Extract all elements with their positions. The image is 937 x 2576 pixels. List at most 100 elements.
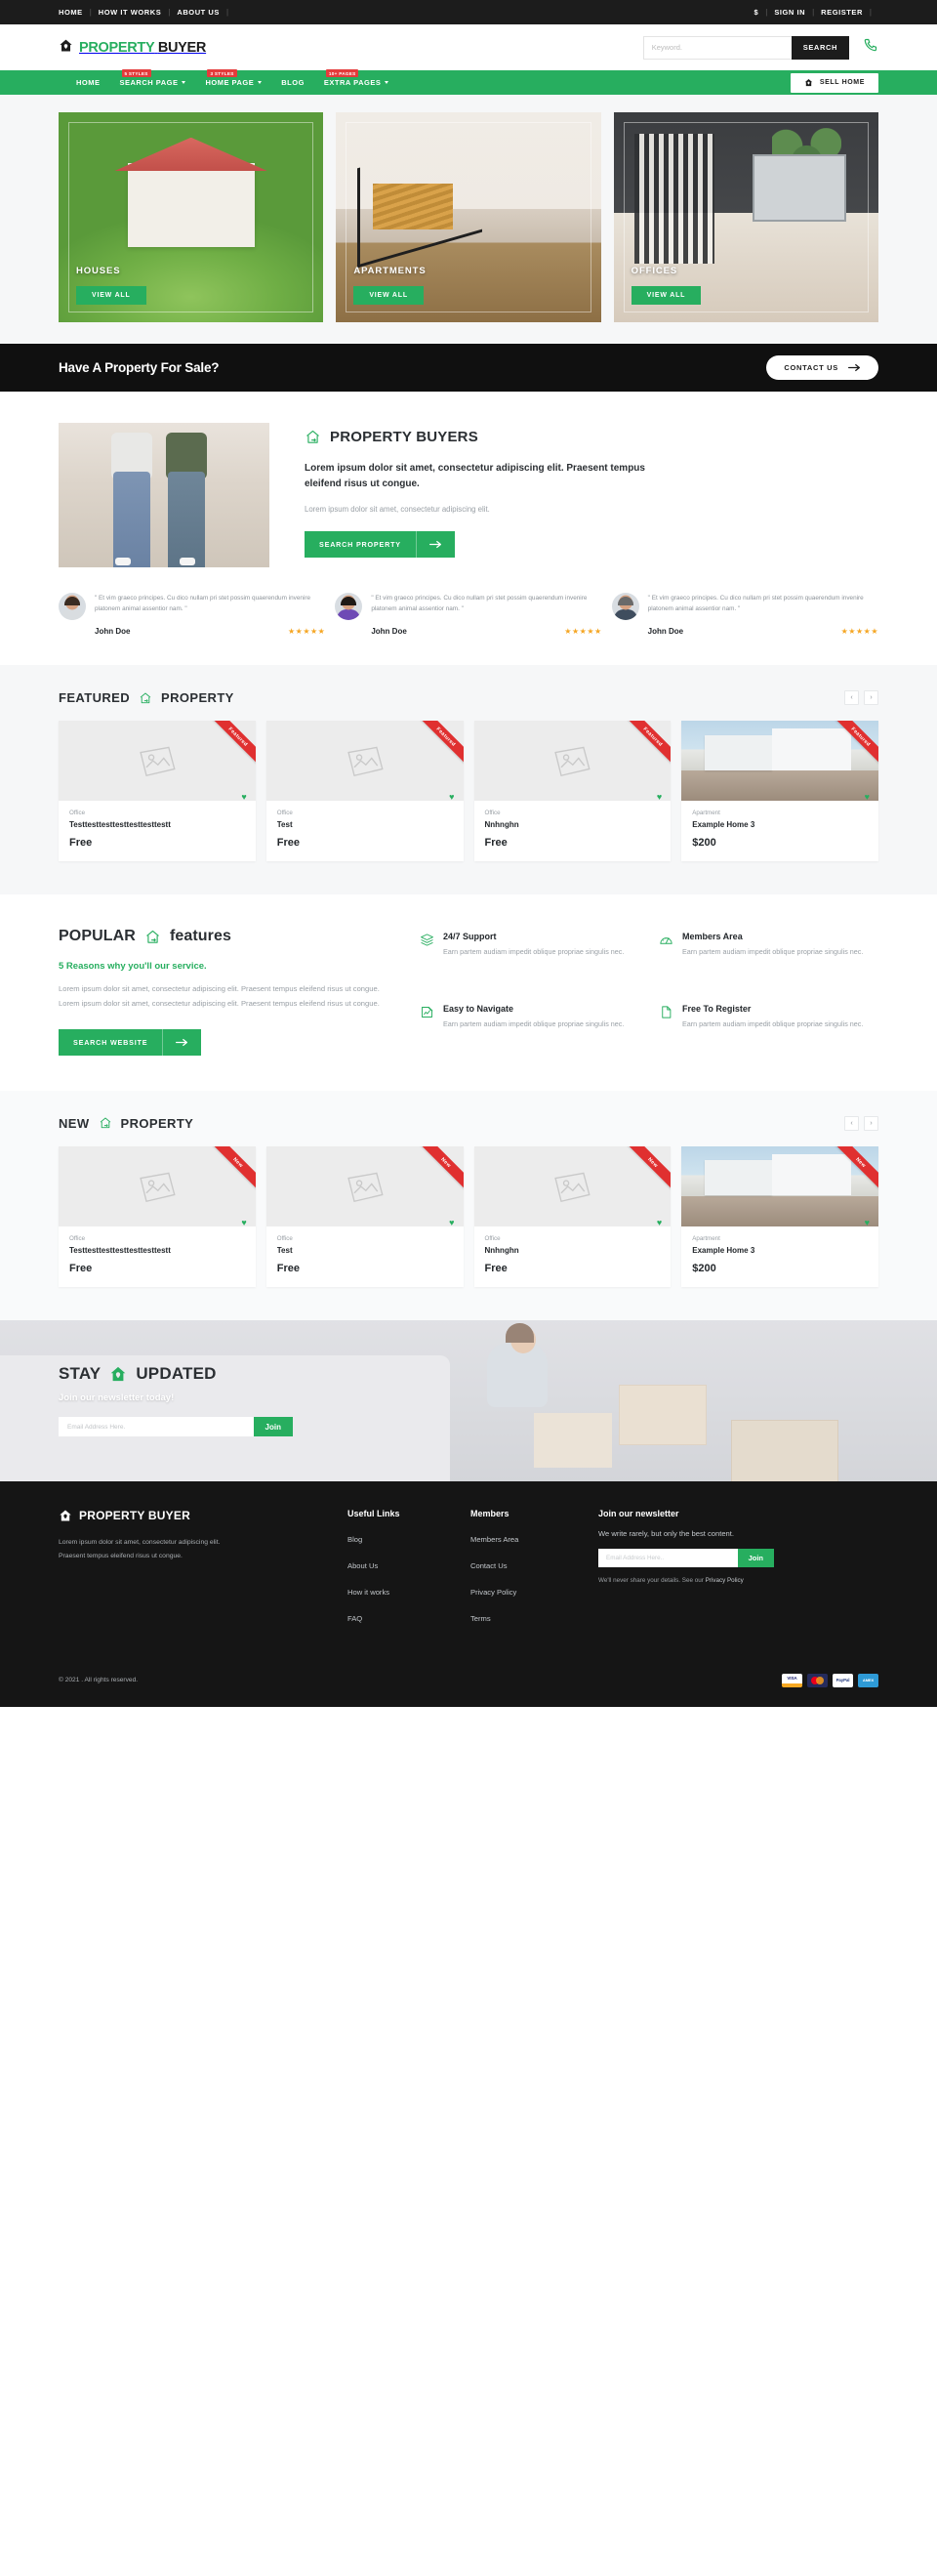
footer-link-privacy-policy[interactable]: Privacy Policy	[470, 1588, 516, 1597]
nav-link[interactable]: SEARCH PAGE	[120, 78, 179, 87]
feature-text: Earn partem audiam impedit oblique propr…	[443, 947, 625, 956]
category-card-offices[interactable]: OFFICES VIEW ALL	[613, 112, 878, 322]
favorite-heart-icon[interactable]: ♥	[449, 1218, 454, 1227]
new-property-header: NEW PROPERTY ‹ ›	[59, 1115, 878, 1131]
house-icon	[804, 78, 813, 87]
rating-stars: ★★★★★	[287, 627, 326, 636]
testimonials-section: " Et vim graeco principes. Cu dico nulla…	[0, 567, 937, 665]
search-website-button[interactable]: SEARCH WEBSITE	[59, 1028, 202, 1056]
topbar-link-about-us[interactable]: ABOUT US	[177, 8, 220, 17]
footer-logo[interactable]: PROPERTY BUYER	[59, 1509, 322, 1522]
about-heading: PROPERTY BUYERS	[330, 429, 478, 445]
property-card[interactable]: New ♥ Office Test Free	[265, 1145, 464, 1287]
about-title-row: PROPERTY BUYERS	[305, 429, 878, 445]
nav-item-search-page[interactable]: 5 STYLES SEARCH PAGE	[120, 69, 186, 87]
footer-link-terms[interactable]: Terms	[470, 1614, 491, 1623]
feature-title: 24/7 Support	[443, 932, 497, 941]
new-property-section: NEW PROPERTY ‹ › New ♥ Office Testtestte…	[0, 1090, 937, 1320]
carousel-next-button[interactable]: ›	[864, 1115, 878, 1131]
nav-link[interactable]: EXTRA PAGES	[324, 78, 381, 87]
nav-item-home-page[interactable]: 3 STYLES HOME PAGE	[205, 69, 263, 87]
paypal-icon: PayPal	[833, 1673, 853, 1687]
search-property-button[interactable]: SEARCH PROPERTY	[305, 530, 455, 558]
favorite-heart-icon[interactable]: ♥	[657, 1218, 662, 1227]
favorite-heart-icon[interactable]: ♥	[657, 793, 662, 802]
newsletter-join-button[interactable]: Join	[253, 1417, 293, 1437]
document-icon	[659, 1004, 673, 1055]
newsletter-heading-2: UPDATED	[136, 1364, 217, 1384]
footer-link-members-area[interactable]: Members Area	[470, 1535, 518, 1544]
property-card[interactable]: Featured ♥ Office Testtesttesttesttestte…	[59, 721, 256, 861]
featured-property-section: FEATURED PROPERTY ‹ › Featured ♥ Office …	[0, 665, 937, 894]
featured-grid: Featured ♥ Office Testtesttesttesttestte…	[59, 721, 878, 861]
topbar-link-home[interactable]: HOME	[59, 8, 83, 17]
currency-selector[interactable]: $	[754, 8, 759, 17]
footer-link-how-it-works[interactable]: How it works	[347, 1588, 389, 1597]
favorite-heart-icon[interactable]: ♥	[865, 793, 870, 802]
feature-text: Earn partem audiam impedit oblique propr…	[682, 1019, 864, 1029]
contact-us-button[interactable]: CONTACT US	[766, 355, 878, 380]
nav-link[interactable]: HOME	[76, 78, 101, 87]
nav-items: HOME 5 STYLES SEARCH PAGE 3 STYLES HOME …	[59, 69, 389, 87]
nav-item-extra-pages[interactable]: 10+ PAGES EXTRA PAGES	[324, 69, 389, 87]
new-property-title-row: NEW PROPERTY	[59, 1116, 193, 1131]
feature-text: Earn partem audiam impedit oblique propr…	[443, 1019, 625, 1029]
footer-join-button[interactable]: Join	[737, 1548, 774, 1567]
favorite-heart-icon[interactable]: ♥	[865, 1218, 870, 1227]
logo[interactable]: PROPERTY BUYER	[59, 38, 206, 58]
property-card[interactable]: Featured ♥ Apartment Example Home 3 $200	[681, 721, 878, 861]
footer-link-contact-us[interactable]: Contact Us	[470, 1561, 508, 1570]
view-all-button[interactable]: VIEW ALL	[76, 286, 146, 305]
favorite-heart-icon[interactable]: ♥	[241, 793, 246, 802]
topbar-link-register[interactable]: REGISTER	[821, 8, 863, 17]
nav-item-home[interactable]: HOME	[76, 78, 101, 87]
favorite-heart-icon[interactable]: ♥	[241, 1218, 246, 1227]
nav-link[interactable]: BLOG	[281, 78, 305, 87]
nav-item-blog[interactable]: BLOG	[281, 78, 305, 87]
property-card[interactable]: New ♥ Apartment Example Home 3 $200	[681, 1145, 878, 1287]
property-name: Nnhnghn	[484, 1245, 519, 1255]
search-input[interactable]	[642, 35, 792, 60]
property-card[interactable]: New ♥ Office Nnhnghn Free	[473, 1145, 672, 1287]
property-card[interactable]: Featured ♥ Office Test Free	[265, 721, 464, 861]
newsletter-email-input[interactable]	[59, 1417, 254, 1437]
header-right: SEARCH	[642, 35, 878, 60]
payment-methods: VISA PayPal AMEX	[782, 1673, 878, 1687]
house-outline-icon	[99, 1116, 112, 1130]
avatar	[335, 593, 363, 620]
phone-icon[interactable]	[862, 37, 878, 59]
search-button[interactable]: SEARCH	[791, 35, 849, 60]
carousel-next-button[interactable]: ›	[864, 690, 878, 705]
footer-privacy-policy-link[interactable]: Privacy Policy	[706, 1577, 744, 1584]
topbar-link-sign-in[interactable]: SIGN IN	[774, 8, 805, 17]
property-thumbnail	[59, 721, 256, 801]
carousel-prev-button[interactable]: ‹	[844, 1115, 859, 1131]
footer-link-blog[interactable]: Blog	[347, 1535, 362, 1544]
category-title: HOUSES	[76, 266, 121, 276]
footer-link-faq[interactable]: FAQ	[347, 1614, 362, 1623]
property-card[interactable]: Featured ♥ Office Nnhnghn Free	[473, 721, 672, 861]
nav-link[interactable]: HOME PAGE	[205, 78, 254, 87]
topbar-link-how-it-works[interactable]: HOW IT WORKS	[99, 8, 162, 17]
category-card-apartments[interactable]: APARTMENTS VIEW ALL	[336, 112, 601, 322]
testimonial-author: John Doe	[647, 627, 684, 636]
view-all-button[interactable]: VIEW ALL	[353, 286, 424, 305]
image-detail	[113, 472, 150, 567]
property-card[interactable]: New ♥ Office Testtesttesttesttesttesttes…	[59, 1145, 256, 1287]
view-all-button[interactable]: VIEW ALL	[631, 286, 702, 305]
footer-link-about-us[interactable]: About Us	[347, 1561, 378, 1570]
property-thumbnail	[265, 721, 464, 801]
property-thumbnail	[473, 1145, 672, 1226]
house-outline-icon	[305, 429, 321, 445]
category-card-houses[interactable]: HOUSES VIEW ALL	[59, 112, 324, 322]
property-thumbnail	[681, 1145, 878, 1226]
house-outline-icon	[139, 691, 152, 705]
contact-us-label: CONTACT US	[784, 363, 838, 372]
footer-email-input[interactable]	[598, 1548, 738, 1567]
favorite-heart-icon[interactable]: ♥	[449, 793, 454, 802]
sell-home-button[interactable]: SELL HOME	[790, 72, 878, 93]
footer-members-heading: Members	[470, 1508, 509, 1518]
carousel-prev-button[interactable]: ‹	[844, 690, 859, 705]
property-thumbnail	[473, 721, 672, 801]
property-price: Free	[276, 1262, 300, 1274]
